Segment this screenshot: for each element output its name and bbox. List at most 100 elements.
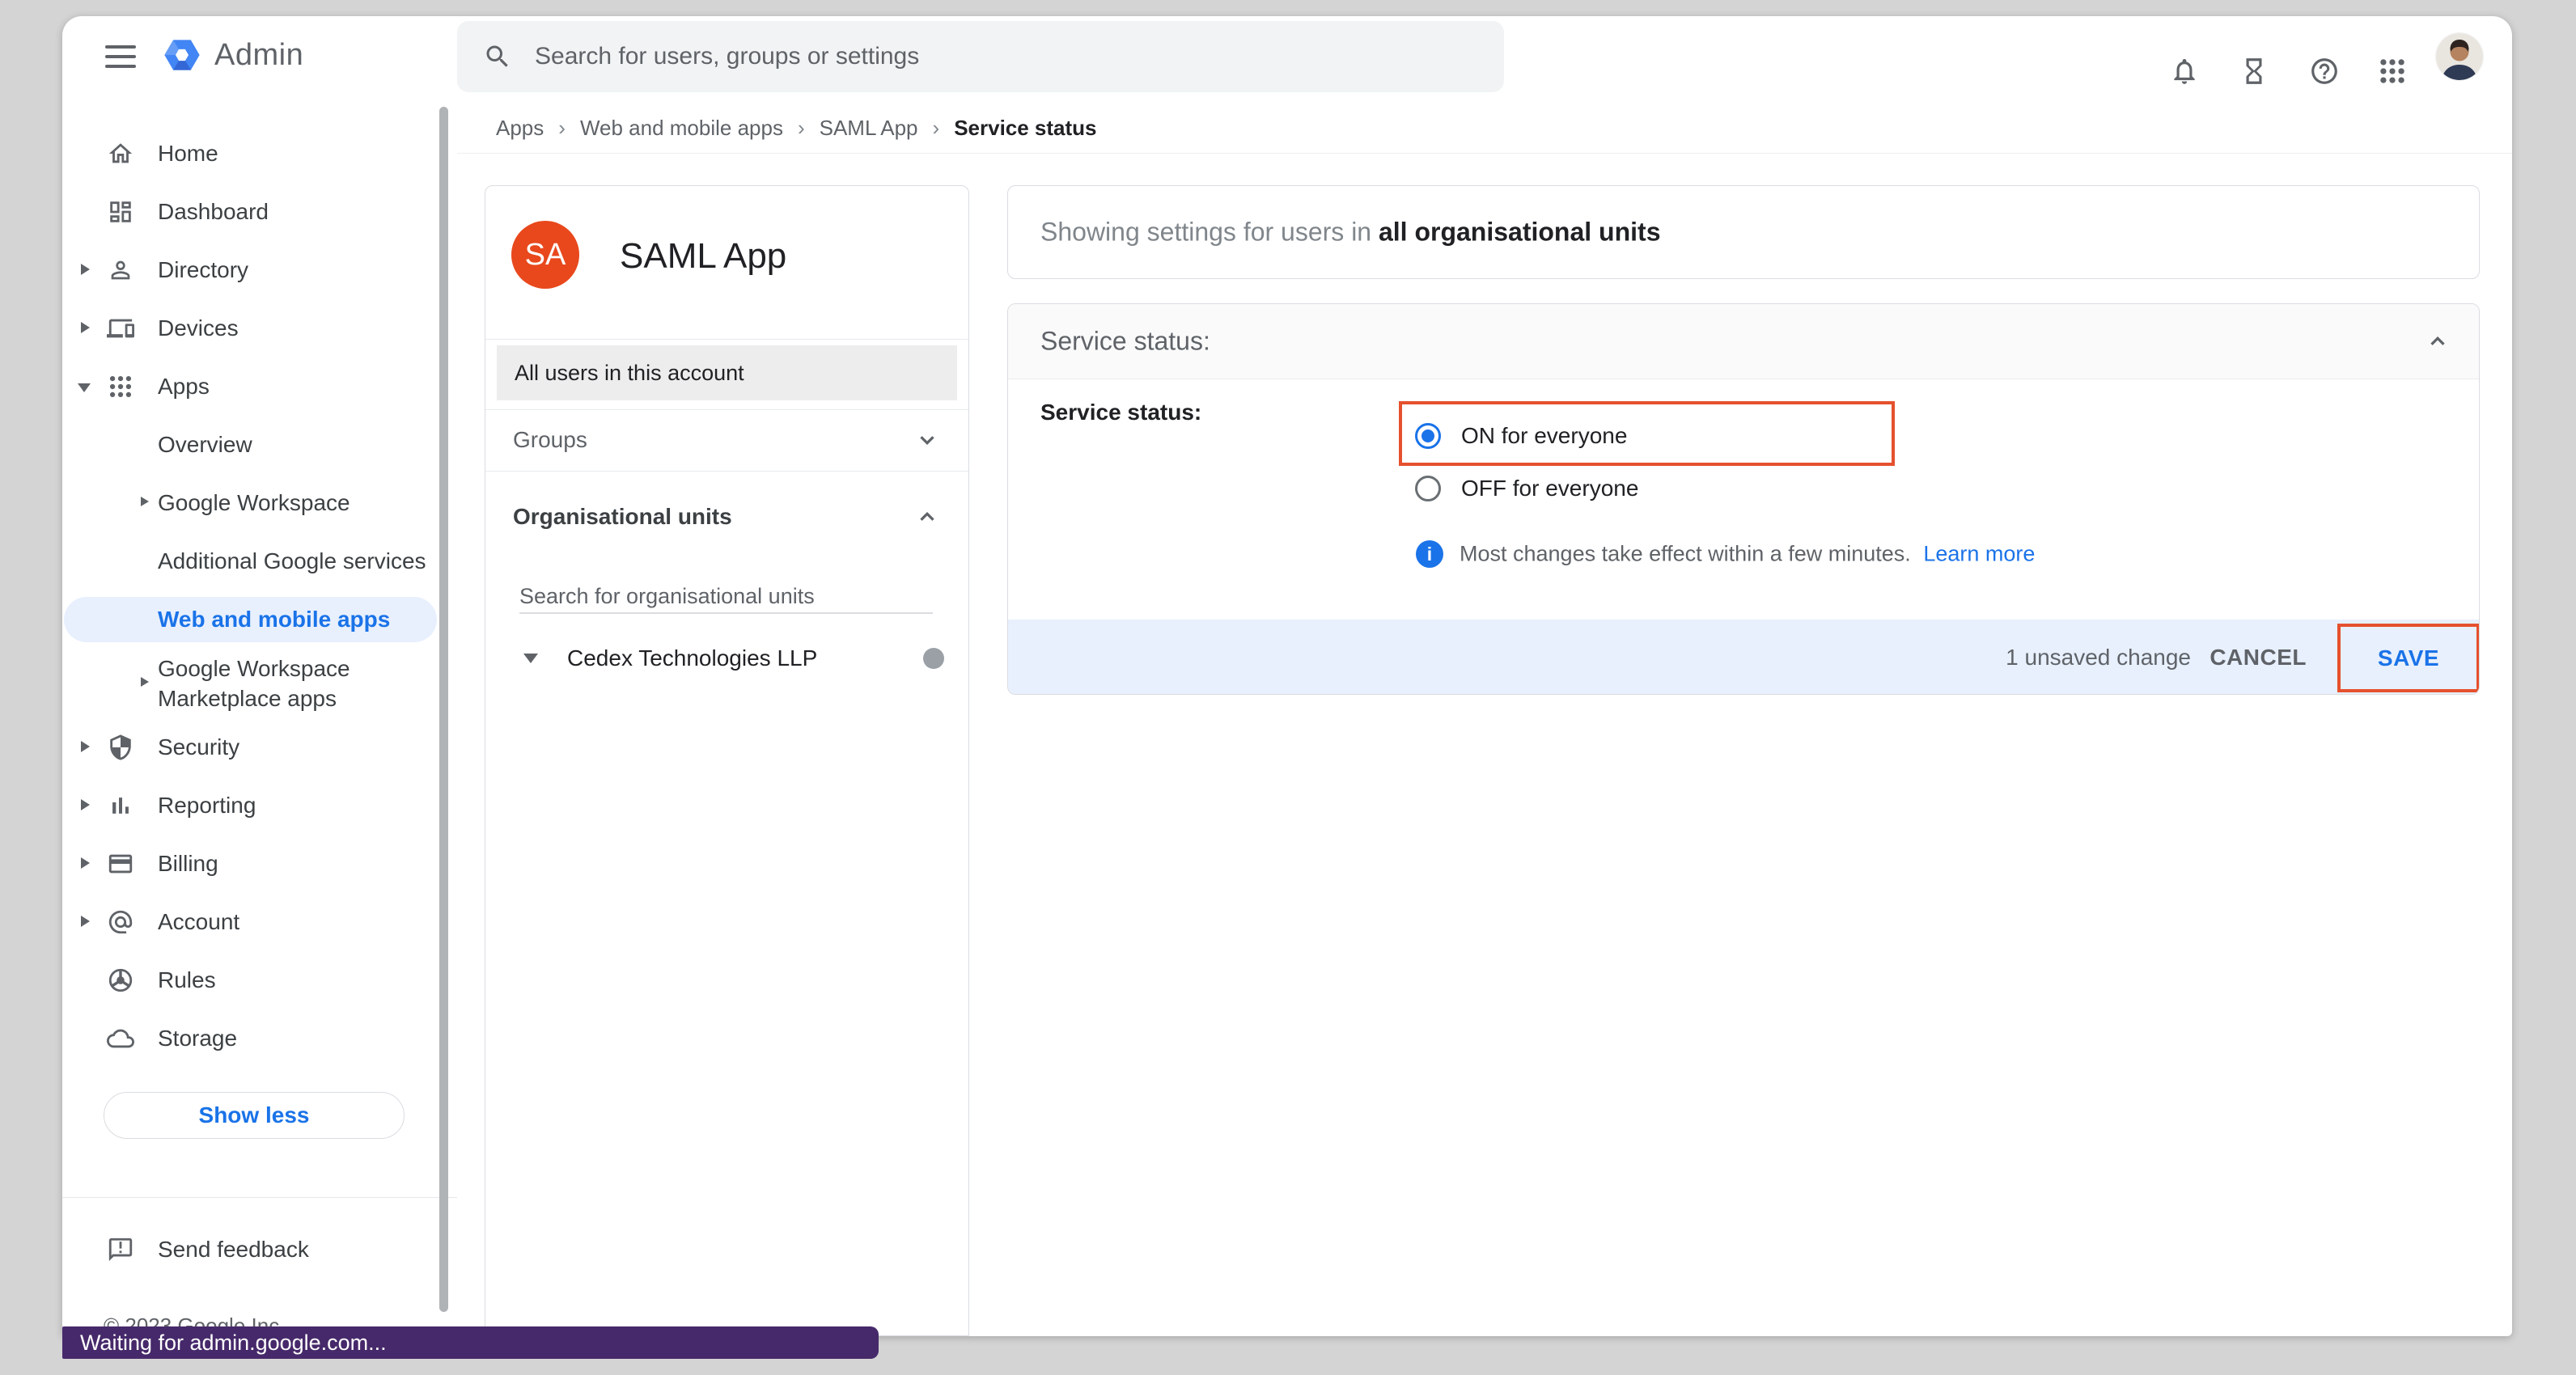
expand-arrow-icon[interactable] [141, 677, 149, 687]
sidebar-divider [62, 1197, 457, 1198]
feedback-icon [107, 1236, 134, 1263]
apps-grid-icon [107, 373, 134, 400]
scope-banner-emphasis: all organisational units [1379, 218, 1661, 247]
service-status-card: Service status: Service status: ON for e… [1007, 303, 2480, 695]
breadcrumb-separator: › [798, 116, 805, 141]
dashboard-icon [107, 198, 134, 226]
app-avatar: SA [511, 221, 579, 289]
breadcrumb: Apps › Web and mobile apps › SAML App › … [496, 112, 1097, 144]
radio-off-for-everyone[interactable] [1415, 476, 1441, 501]
sidebar-item-dashboard[interactable]: Dashboard [62, 183, 439, 241]
org-unit-status-dot [923, 648, 944, 669]
content-divider [457, 153, 2512, 154]
devices-icon [107, 315, 134, 342]
admin-hexagon-icon [161, 34, 203, 76]
send-feedback-button[interactable]: Send feedback [62, 1221, 439, 1279]
sidebar-item-devices[interactable]: Devices [62, 299, 439, 358]
info-message: Most changes take effect within a few mi… [1460, 542, 2035, 567]
expand-arrow-icon[interactable] [81, 916, 90, 927]
chevron-up-icon[interactable] [915, 505, 939, 529]
app-title: SAML App [620, 236, 786, 277]
app-scope-panel: SA SAML App All users in this account Gr… [485, 185, 969, 1336]
learn-more-link[interactable]: Learn more [1923, 542, 2035, 566]
info-icon: i [1416, 540, 1443, 568]
divider [485, 409, 968, 410]
chevron-down-icon[interactable] [915, 428, 939, 452]
sidebar-item-storage[interactable]: Storage [62, 1009, 439, 1068]
tree-expand-arrow-icon[interactable] [523, 654, 538, 663]
breadcrumb-saml-app[interactable]: SAML App [820, 116, 918, 141]
collapse-chevron-up-icon[interactable] [2426, 329, 2450, 353]
service-status-header-title: Service status: [1040, 327, 1210, 357]
show-less-button[interactable]: Show less [104, 1092, 405, 1139]
groups-section-label[interactable]: Groups [513, 427, 587, 453]
org-unit-item[interactable]: Cedex Technologies LLP [567, 645, 817, 671]
sidebar-item-apps[interactable]: Apps [62, 358, 439, 416]
avatar-photo [2436, 33, 2483, 80]
sidebar-item-web-and-mobile-apps[interactable]: Web and mobile apps [62, 590, 439, 649]
search-icon [483, 42, 512, 71]
sidebar-scrollbar[interactable] [439, 107, 448, 1312]
breadcrumb-current: Service status [954, 116, 1096, 141]
shield-icon [107, 734, 134, 761]
tasks-hourglass-icon[interactable] [2224, 41, 2284, 101]
google-admin-logo[interactable]: Admin [161, 34, 303, 76]
scope-banner-text: Showing settings for users in all organi… [1040, 218, 1660, 248]
expand-arrow-icon[interactable] [81, 857, 90, 869]
breadcrumb-apps[interactable]: Apps [496, 116, 544, 141]
at-sign-icon [107, 908, 134, 936]
divider [485, 339, 968, 340]
service-status-field-label: Service status: [1040, 400, 1201, 425]
breadcrumb-separator: › [933, 116, 940, 141]
scope-banner-card: Showing settings for users in all organi… [1007, 185, 2480, 279]
breadcrumb-web-and-mobile-apps[interactable]: Web and mobile apps [580, 116, 783, 141]
sidebar-item-overview[interactable]: Overview [62, 416, 439, 474]
divider [485, 471, 968, 472]
radio-off-label[interactable]: OFF for everyone [1461, 476, 1638, 501]
sidebar-item-account[interactable]: Account [62, 893, 439, 951]
org-units-search-input[interactable] [519, 580, 933, 614]
sidebar-item-marketplace-apps[interactable]: Google Workspace Marketplace apps [62, 649, 439, 718]
expand-arrow-icon[interactable] [81, 741, 90, 752]
expand-arrow-icon[interactable] [81, 264, 90, 275]
breadcrumb-separator: › [558, 116, 566, 141]
sidebar-item-additional-google-services[interactable]: Additional Google services [62, 532, 439, 590]
product-name: Admin [214, 38, 303, 73]
expand-arrow-icon[interactable] [81, 799, 90, 810]
notifications-bell-icon[interactable] [2154, 41, 2214, 101]
unsaved-changes-bar: 1 unsaved change CANCEL SAVE [1008, 620, 2479, 695]
menu-icon[interactable] [105, 45, 136, 70]
sidebar-item-reporting[interactable]: Reporting [62, 776, 439, 835]
annotation-box-save: SAVE [2337, 624, 2480, 692]
radio-on-label[interactable]: ON for everyone [1461, 423, 1627, 449]
unsaved-change-count: 1 unsaved change [2006, 645, 2191, 671]
browser-status-bar: Waiting for admin.google.com... [62, 1326, 879, 1359]
help-icon[interactable] [2294, 41, 2354, 101]
status-text: Waiting for admin.google.com... [80, 1331, 387, 1356]
radio-on-for-everyone[interactable] [1415, 423, 1441, 449]
sidebar-item-rules[interactable]: Rules [62, 951, 439, 1009]
credit-card-icon [107, 850, 134, 878]
service-status-header[interactable]: Service status: [1008, 304, 2479, 379]
sidebar-item-home[interactable]: Home [62, 125, 439, 183]
expand-arrow-icon[interactable] [141, 497, 149, 506]
save-button[interactable]: SAVE [2378, 645, 2439, 671]
sidebar-item-directory[interactable]: Directory [62, 241, 439, 299]
steering-wheel-icon [107, 967, 134, 994]
sidebar-item-security[interactable]: Security [62, 718, 439, 776]
sidebar-item-billing[interactable]: Billing [62, 835, 439, 893]
google-apps-grid-icon[interactable] [2362, 41, 2422, 101]
home-icon [107, 140, 134, 167]
org-units-section-label[interactable]: Organisational units [513, 504, 732, 530]
cloud-icon [107, 1025, 134, 1052]
account-avatar[interactable] [2436, 33, 2483, 80]
sidebar-item-google-workspace[interactable]: Google Workspace [62, 474, 439, 532]
cancel-button[interactable]: CANCEL [2210, 645, 2307, 671]
search-input[interactable] [535, 43, 1465, 70]
all-users-item[interactable]: All users in this account [497, 345, 957, 400]
collapse-arrow-icon[interactable] [78, 383, 91, 392]
person-icon [107, 256, 134, 284]
admin-console-window: Admin Apps › Web and mobile apps [62, 16, 2512, 1336]
global-search[interactable] [457, 21, 1504, 92]
expand-arrow-icon[interactable] [81, 322, 90, 333]
